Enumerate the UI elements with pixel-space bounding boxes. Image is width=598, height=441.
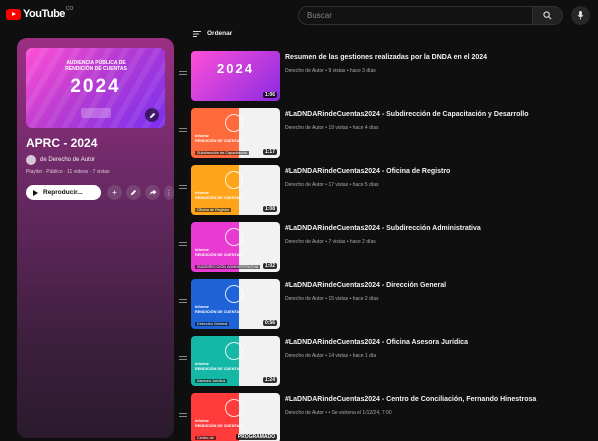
video-thumbnail[interactable]: Informe RENDICIÓN DE CUENTAS Centro de PR… (191, 393, 280, 441)
area-icon (225, 342, 243, 360)
video-thumbnail[interactable]: Informe RENDICIÓN DE CUENTAS Asesora Jurí… (191, 336, 280, 386)
share-button[interactable] (145, 185, 160, 200)
drag-handle-icon[interactable] (179, 71, 187, 75)
playlist-title: APRC - 2024 (26, 136, 98, 150)
microphone-icon (577, 11, 584, 20)
voice-search-button[interactable] (571, 6, 590, 25)
logo-text: YouTube (23, 8, 65, 20)
video-thumbnail[interactable]: 2024 1:06 (191, 51, 280, 101)
youtube-logo[interactable]: YouTube CO (6, 6, 74, 20)
video-duration: 1:02 (262, 263, 277, 269)
playlist-video-row[interactable]: Informe RENDICIÓN DE CUENTAS Oficina de R… (176, 161, 596, 218)
share-icon (149, 189, 156, 196)
sort-label: Ordenar (207, 30, 233, 37)
edit-button[interactable] (126, 185, 141, 200)
thumbnail-text: Informe RENDICIÓN DE CUENTAS (195, 305, 242, 314)
area-icon (225, 171, 243, 189)
cover-year: 2024 (70, 76, 121, 97)
drag-handle-icon[interactable] (179, 413, 187, 417)
thumbnail-text: Informe RENDICIÓN DE CUENTAS (195, 248, 242, 257)
edit-cover-button[interactable] (145, 108, 159, 122)
search-placeholder: Buscar (307, 11, 332, 20)
drag-handle-icon[interactable] (179, 185, 187, 189)
video-meta: Derecho de Autor • 14 vistas • hace 1 dí… (285, 353, 377, 359)
more-options-button[interactable]: ⋮ (164, 185, 174, 200)
video-duration: 1:17 (262, 149, 277, 155)
video-thumbnail[interactable]: Informe RENDICIÓN DE CUENTAS Dirección Ge… (191, 279, 280, 329)
video-meta: Derecho de Autor • • Se estrena el 1/12/… (285, 410, 392, 416)
thumbnail-caption: Dirección General (195, 322, 230, 326)
thumbnail-caption: Asesora Jurídica (195, 379, 228, 383)
drag-handle-icon[interactable] (179, 356, 187, 360)
video-title[interactable]: #LaDNDARindeCuentas2024 - Dirección Gene… (285, 282, 446, 289)
cover-header-text: AUDIENCIA PÚBLICA DE RENDICIÓN DE CUENTA… (65, 60, 127, 72)
video-thumbnail[interactable]: Informe RENDICIÓN DE CUENTAS Subdirección… (191, 108, 280, 158)
playlist-video-row[interactable]: Informe RENDICIÓN DE CUENTAS Subdirección… (176, 104, 596, 161)
play-all-label: Reproducir... (43, 189, 83, 196)
top-bar: YouTube CO Buscar (0, 0, 598, 30)
playlist-header-panel: AUDIENCIA PÚBLICA DE RENDICIÓN DE CUENTA… (17, 38, 174, 438)
logo-country: CO (65, 6, 74, 12)
play-icon (33, 189, 38, 196)
owner-avatar (26, 155, 36, 165)
more-vert-icon: ⋮ (165, 189, 173, 197)
video-meta: Derecho de Autor • 17 vistas • hace 5 dí… (285, 182, 379, 188)
add-button[interactable]: + (107, 185, 122, 200)
video-thumbnail[interactable]: Informe RENDICIÓN DE CUENTAS SUBDIRECCIÓN… (191, 222, 280, 272)
playlist-video-row[interactable]: 2024 1:06 Resumen de las gestiones reali… (176, 47, 596, 104)
area-icon (225, 228, 243, 246)
video-title[interactable]: #LaDNDARindeCuentas2024 - Subdirección A… (285, 225, 481, 232)
sort-icon (193, 30, 201, 37)
video-thumbnail[interactable]: Informe RENDICIÓN DE CUENTAS Oficina de R… (191, 165, 280, 215)
playlist-cover[interactable]: AUDIENCIA PÚBLICA DE RENDICIÓN DE CUENTA… (26, 48, 165, 128)
video-title[interactable]: #LaDNDARindeCuentas2024 - Centro de Conc… (285, 396, 536, 403)
pencil-icon (130, 189, 137, 196)
youtube-play-icon (6, 8, 21, 20)
playlist-video-row[interactable]: Informe RENDICIÓN DE CUENTAS Dirección Ge… (176, 275, 596, 332)
plus-icon: + (112, 188, 117, 197)
playlist-video-row[interactable]: Informe RENDICIÓN DE CUENTAS Centro de PR… (176, 389, 596, 441)
play-all-button[interactable]: Reproducir... (26, 185, 101, 200)
drag-handle-icon[interactable] (179, 299, 187, 303)
area-icon (225, 399, 243, 417)
video-title[interactable]: #LaDNDARindeCuentas2024 - Oficina Asesor… (285, 339, 468, 346)
video-duration: PROGRAMADO (235, 434, 277, 440)
area-icon (225, 285, 243, 303)
sort-button[interactable]: Ordenar (193, 30, 232, 37)
video-duration: 1:24 (262, 377, 277, 383)
playlist-owner[interactable]: de Derecho de Autor (26, 155, 95, 165)
playlist-meta: Playlist · Público · 11 videos · 7 vista… (26, 169, 110, 175)
area-icon (225, 114, 243, 132)
video-title[interactable]: #LaDNDARindeCuentas2024 - Subdirección d… (285, 111, 529, 118)
video-meta: Derecho de Autor • 9 vistas • hace 3 día… (285, 68, 376, 74)
thumbnail-text: Informe RENDICIÓN DE CUENTAS (195, 191, 242, 200)
video-duration: 0:56 (262, 320, 277, 326)
video-meta: Derecho de Autor • 7 vistas • hace 2 día… (285, 239, 376, 245)
search-input[interactable]: Buscar (298, 6, 533, 25)
thumbnail-caption: SUBDIRECCIÓN ADMINISTRATIVA (195, 265, 261, 269)
drag-handle-icon[interactable] (179, 242, 187, 246)
thumbnail-text: Informe RENDICIÓN DE CUENTAS (195, 134, 242, 143)
playlist-video-row[interactable]: Informe RENDICIÓN DE CUENTAS Asesora Jurí… (176, 332, 596, 389)
cover-logo (81, 108, 111, 118)
thumbnail-text: Informe RENDICIÓN DE CUENTAS (195, 362, 242, 371)
thumbnail-caption: Oficina de Registro (195, 208, 232, 212)
thumbnail-caption: Subdirección de Capacitación (195, 151, 250, 155)
pencil-icon (149, 112, 155, 118)
playlist-video-row[interactable]: Informe RENDICIÓN DE CUENTAS SUBDIRECCIÓN… (176, 218, 596, 275)
owner-name: de Derecho de Autor (40, 157, 96, 163)
drag-handle-icon[interactable] (179, 128, 187, 132)
video-duration: 1:08 (262, 206, 277, 212)
video-meta: Derecho de Autor • 15 vistas • hace 2 dí… (285, 296, 379, 302)
thumbnail-caption: Centro de (195, 436, 216, 440)
thumbnail-text: Informe RENDICIÓN DE CUENTAS (195, 419, 242, 428)
video-title[interactable]: Resumen de las gestiones realizadas por … (285, 54, 487, 61)
video-meta: Derecho de Autor • 19 vistas • hace 4 dí… (285, 125, 379, 131)
search-icon (543, 11, 552, 20)
search-button[interactable] (533, 6, 563, 25)
video-title[interactable]: #LaDNDARindeCuentas2024 - Oficina de Reg… (285, 168, 450, 175)
thumbnail-year: 2024 (217, 61, 254, 76)
video-duration: 1:06 (262, 92, 277, 98)
